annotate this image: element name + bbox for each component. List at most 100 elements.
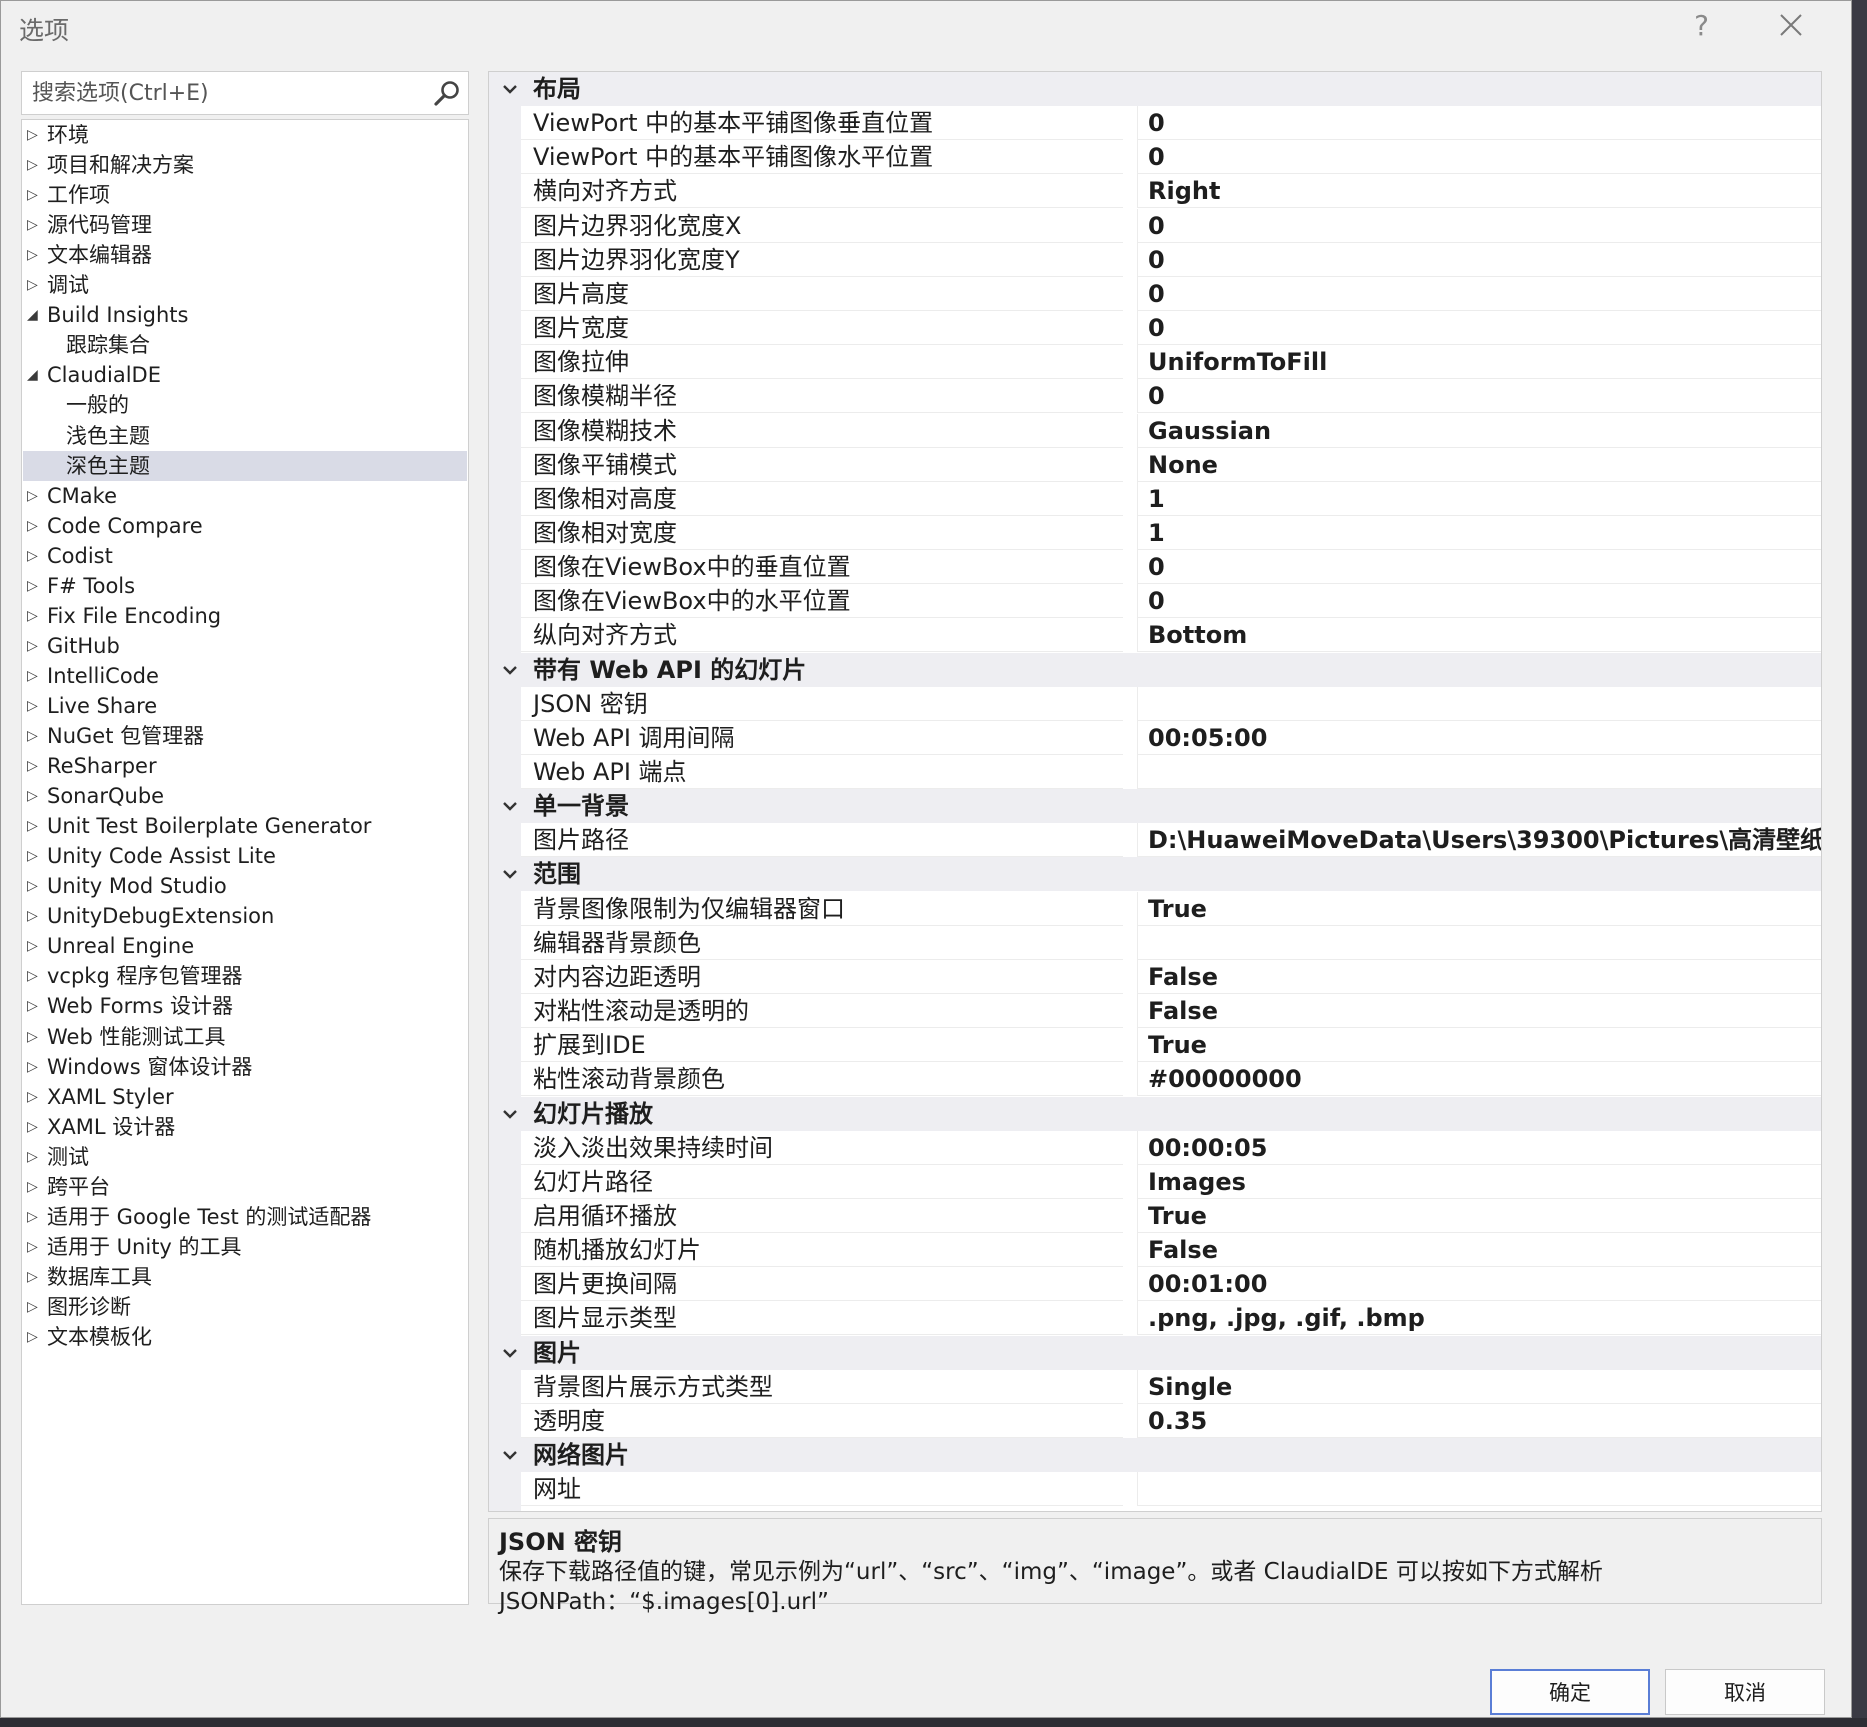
property-name[interactable]: 幻灯片路径	[521, 1165, 1123, 1199]
property-name[interactable]: 随机播放幻灯片	[521, 1233, 1123, 1268]
expand-arrow-icon[interactable]: ▷	[27, 150, 43, 180]
tree-item[interactable]: ▷ Web 性能测试工具	[23, 1022, 467, 1052]
property-row[interactable]: 图像模糊半径 0	[489, 379, 1821, 414]
tree-item[interactable]: ▷ GitHub	[23, 631, 467, 661]
property-name[interactable]: 图像在ViewBox中的水平位置	[521, 584, 1123, 619]
chevron-down-icon[interactable]	[501, 1344, 519, 1362]
tree-item[interactable]: 跟踪集合	[23, 330, 467, 360]
property-row[interactable]: 图片显示类型 .png, .jpg, .gif, .bmp	[489, 1301, 1821, 1336]
property-row[interactable]: 图像平铺模式 None	[489, 447, 1821, 482]
expand-arrow-icon[interactable]: ▷	[27, 841, 43, 871]
property-row[interactable]: 图像相对高度 1	[489, 481, 1821, 516]
property-name[interactable]: 图像模糊半径	[521, 379, 1123, 414]
tree-item[interactable]: ▷ Unreal Engine	[23, 931, 467, 961]
category-row[interactable]: 幻灯片播放	[489, 1096, 1821, 1131]
category-row[interactable]: 带有 Web API 的幻灯片	[489, 652, 1821, 687]
tree-item[interactable]: ▷ vcpkg 程序包管理器	[23, 961, 467, 991]
tree-item[interactable]: ▷ 跨平台	[23, 1172, 467, 1202]
property-row[interactable]: 图像在ViewBox中的垂直位置 0	[489, 550, 1821, 585]
property-value[interactable]: 0	[1137, 311, 1821, 346]
property-name[interactable]: 对内容边距透明	[521, 960, 1123, 994]
chevron-down-icon[interactable]	[501, 661, 519, 679]
expand-arrow-icon[interactable]: ▷	[27, 931, 43, 961]
property-value[interactable]: 0	[1137, 550, 1821, 585]
tree-item[interactable]: ▷ 环境	[23, 120, 467, 150]
property-name[interactable]: 图片边界羽化宽度Y	[521, 243, 1123, 277]
property-row[interactable]: 图片边界羽化宽度Y 0	[489, 242, 1821, 277]
expand-arrow-icon[interactable]: ▷	[27, 571, 43, 601]
tree-item[interactable]: ▷ Unit Test Boilerplate Generator	[23, 811, 467, 841]
property-row[interactable]: 图片宽度 0	[489, 311, 1821, 346]
property-name[interactable]: 网址	[521, 1472, 1123, 1507]
property-row[interactable]: 图片边界羽化宽度X 0	[489, 208, 1821, 243]
expand-arrow-icon[interactable]: ▷	[27, 1172, 43, 1202]
property-value[interactable]: Images	[1137, 1164, 1821, 1199]
property-value[interactable]: 0	[1137, 242, 1821, 277]
property-name[interactable]: 对粘性滚动是透明的	[521, 994, 1123, 1029]
property-row[interactable]: ViewPort 中的基本平铺图像水平位置 0	[489, 140, 1821, 175]
tree-item[interactable]: ▷ 调试	[23, 270, 467, 300]
tree-item[interactable]: ▷ 源代码管理	[23, 210, 467, 240]
property-row[interactable]: 对内容边距透明 False	[489, 959, 1821, 994]
property-name[interactable]: 背景图像限制为仅编辑器窗口	[521, 892, 1123, 926]
category-row[interactable]: 单一背景	[489, 789, 1821, 824]
expand-arrow-icon[interactable]: ▷	[27, 811, 43, 841]
property-name[interactable]: 图像在ViewBox中的垂直位置	[521, 550, 1123, 585]
property-value[interactable]: 1	[1137, 515, 1821, 550]
category-row[interactable]: 布局	[489, 72, 1821, 106]
property-name[interactable]: 图像拉伸	[521, 345, 1123, 380]
tree-item[interactable]: ▷ Code Compare	[23, 511, 467, 541]
property-value[interactable]: Gaussian	[1137, 413, 1821, 448]
chevron-down-icon[interactable]	[501, 1446, 519, 1464]
property-name[interactable]: Web API 调用间隔	[521, 721, 1123, 755]
expand-arrow-icon[interactable]: ▷	[27, 721, 43, 751]
category-row[interactable]: 网络图片	[489, 1438, 1821, 1472]
tree-item[interactable]: ▷ 测试	[23, 1142, 467, 1172]
collapse-arrow-icon[interactable]: ◢	[27, 360, 43, 390]
property-row[interactable]: 透明度 0.35	[489, 1403, 1821, 1438]
close-icon[interactable]	[1775, 9, 1807, 41]
property-name[interactable]: 图像模糊技术	[521, 414, 1123, 448]
tree-item[interactable]: ▷ XAML 设计器	[23, 1112, 467, 1142]
tree-item[interactable]: ▷ Fix File Encoding	[23, 601, 467, 631]
expand-arrow-icon[interactable]: ▷	[27, 1262, 43, 1292]
property-value[interactable]: #00000000	[1137, 1062, 1821, 1097]
property-row[interactable]: 粘性滚动背景颜色 #00000000	[489, 1062, 1821, 1097]
property-value[interactable]: False	[1137, 1233, 1821, 1268]
expand-arrow-icon[interactable]: ▷	[27, 1232, 43, 1262]
ok-button[interactable]: 确定	[1490, 1669, 1650, 1715]
property-row[interactable]: 图片路径 D:\HuaweiMoveData\Users\39300\Pictur…	[489, 823, 1821, 858]
expand-arrow-icon[interactable]: ▷	[27, 481, 43, 511]
property-name[interactable]: 图像相对高度	[521, 482, 1123, 516]
property-value[interactable]	[1137, 1472, 1821, 1507]
property-row[interactable]: 编辑器背景颜色	[489, 925, 1821, 960]
tree-item[interactable]: ▷ 文本模板化	[23, 1322, 467, 1352]
expand-arrow-icon[interactable]: ▷	[27, 1082, 43, 1112]
expand-arrow-icon[interactable]: ▷	[27, 751, 43, 781]
tree-item[interactable]: 浅色主题	[23, 421, 467, 451]
property-row[interactable]: 图片更换间隔 00:01:00	[489, 1267, 1821, 1302]
property-value[interactable]: 0	[1137, 584, 1821, 619]
tree-item[interactable]: ▷ 项目和解决方案	[23, 150, 467, 180]
expand-arrow-icon[interactable]: ▷	[27, 1112, 43, 1142]
property-row[interactable]: 网址	[489, 1472, 1821, 1507]
category-row[interactable]: 图片	[489, 1335, 1821, 1370]
expand-arrow-icon[interactable]: ▷	[27, 871, 43, 901]
help-button[interactable]: ?	[1694, 9, 1709, 42]
expand-arrow-icon[interactable]: ▷	[27, 601, 43, 631]
expand-arrow-icon[interactable]: ▷	[27, 541, 43, 571]
tree-item[interactable]: ▷ 适用于 Unity 的工具	[23, 1232, 467, 1262]
property-value[interactable]: True	[1137, 891, 1821, 926]
property-value[interactable]: True	[1137, 1028, 1821, 1063]
property-value[interactable]	[1137, 755, 1821, 789]
chevron-down-icon[interactable]	[501, 797, 519, 815]
tree-item[interactable]: ▷ Live Share	[23, 691, 467, 721]
expand-arrow-icon[interactable]: ▷	[27, 240, 43, 270]
property-value[interactable]: UniformToFill	[1137, 345, 1821, 380]
property-name[interactable]: 启用循环播放	[521, 1199, 1123, 1233]
property-row[interactable]: 图片高度 0	[489, 276, 1821, 311]
property-value[interactable]: 00:01:00	[1137, 1267, 1821, 1302]
property-name[interactable]: 图片路径	[521, 823, 1123, 858]
property-row[interactable]: Web API 端点	[489, 755, 1821, 789]
property-value[interactable]: 1	[1137, 481, 1821, 516]
